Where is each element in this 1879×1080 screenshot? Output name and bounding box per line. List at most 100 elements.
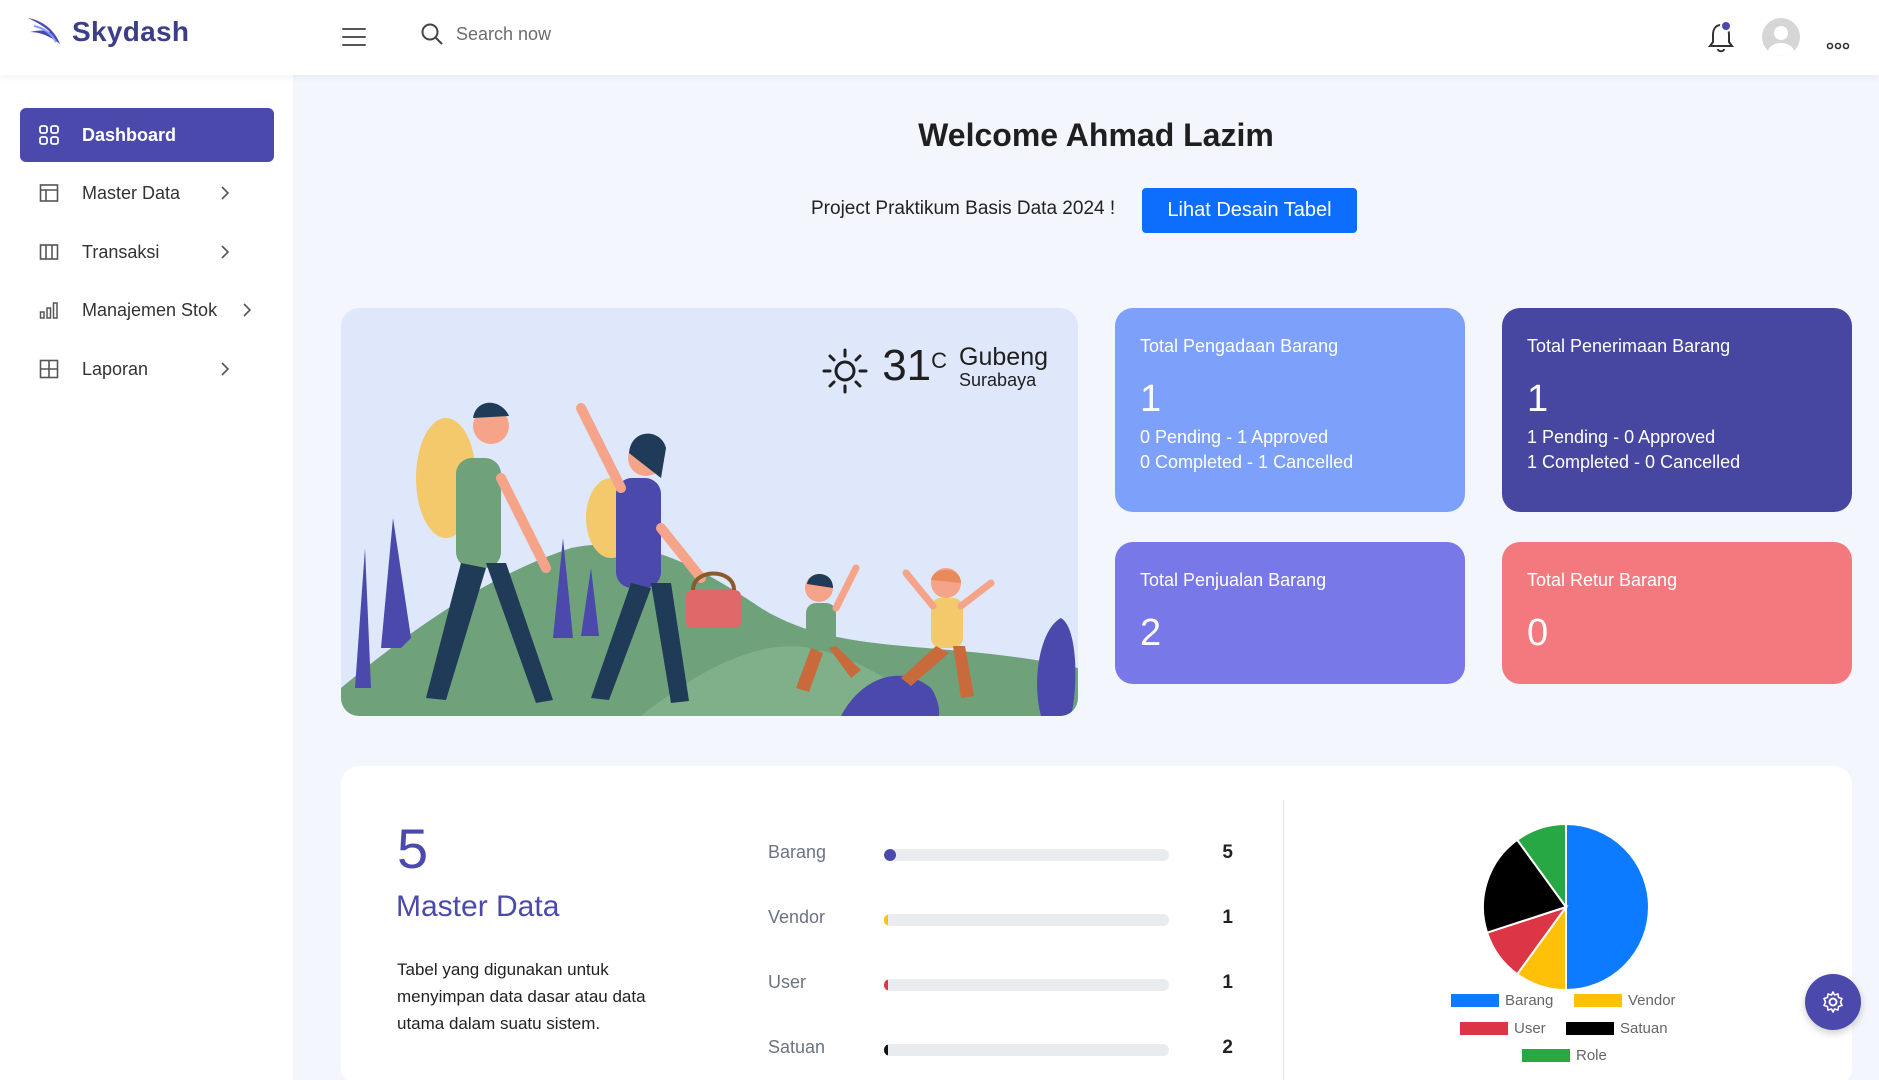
- sidebar-item-transaksi[interactable]: Transaksi: [20, 225, 274, 279]
- search-input[interactable]: [456, 23, 756, 45]
- sidebar-item-label: Master Data: [82, 182, 181, 203]
- progress-value: 2: [1222, 1037, 1233, 1058]
- sidebar-item-dashboard[interactable]: Dashboard: [20, 108, 274, 162]
- legend-item-role: Role: [1522, 1047, 1607, 1064]
- progress-track: [884, 1044, 1169, 1056]
- columns-icon: [38, 241, 60, 263]
- progress-value: 5: [1222, 842, 1233, 863]
- master-data-title: Master Data: [396, 890, 560, 923]
- progress-fill: [884, 914, 889, 926]
- legend-item-barang: Barang: [1451, 992, 1553, 1009]
- progress-fill: [884, 1044, 889, 1056]
- legend-label: Role: [1576, 1047, 1607, 1064]
- sidebar-item-label: Transaksi: [82, 241, 160, 262]
- weather-hero-card: 31 C Gubeng Surabaya: [341, 308, 1078, 716]
- stat-card-penerimaan: Total Penerimaan Barang 1 1 Pending - 0 …: [1502, 308, 1852, 512]
- stat-card-detail: 0 Completed - 1 Cancelled: [1140, 451, 1354, 472]
- master-data-count: 5: [397, 817, 429, 880]
- stat-card-title: Total Penjualan Barang: [1140, 570, 1327, 590]
- sidebar-item-label: Dashboard: [82, 124, 177, 145]
- progress-label: Satuan: [768, 1037, 826, 1057]
- chevron-right-icon: [221, 186, 230, 200]
- sun-icon: [822, 348, 868, 394]
- stat-card-detail: 1 Completed - 0 Cancelled: [1527, 451, 1741, 472]
- stat-card-title: Total Pengadaan Barang: [1140, 336, 1339, 356]
- chevron-right-icon: [221, 245, 230, 259]
- gear-icon: [1823, 991, 1843, 1013]
- search-icon: [421, 23, 443, 45]
- master-data-description: Tabel yang digunakan untuk menyimpan dat…: [397, 960, 646, 1033]
- temperature-value: 31: [882, 341, 932, 390]
- menu-toggle-button[interactable]: [342, 28, 366, 50]
- master-data-panel: 5 Master Data Tabel yang digunakan untuk…: [341, 766, 1852, 1080]
- stat-card-detail: 0 Pending - 1 Approved: [1140, 426, 1329, 447]
- layout-icon: [38, 182, 60, 204]
- brand-name: Skydash: [72, 16, 190, 47]
- legend-item-user: User: [1460, 1020, 1546, 1037]
- progress-value: 1: [1222, 972, 1233, 993]
- progress-row-barang: Barang 5: [768, 838, 1268, 868]
- panel-divider: [1283, 800, 1284, 1080]
- progress-track: [884, 979, 1169, 991]
- table-grid-icon: [38, 358, 60, 380]
- progress-fill: [884, 849, 896, 861]
- progress-row-user: User 1: [768, 968, 1268, 998]
- chevron-right-icon: [243, 303, 252, 317]
- legend-label: Vendor: [1628, 992, 1676, 1009]
- legend-swatch: [1574, 994, 1622, 1007]
- user-avatar[interactable]: [1762, 18, 1800, 56]
- progress-label: Barang: [768, 842, 827, 862]
- legend-label: Barang: [1505, 992, 1554, 1009]
- sidebar-item-label: Laporan: [82, 358, 149, 379]
- project-subtitle: Project Praktikum Basis Data 2024 !: [811, 198, 1116, 219]
- weather-widget: 31 C Gubeng Surabaya: [822, 344, 1048, 394]
- progress-track: [884, 914, 1169, 926]
- skydash-logo-icon: [28, 18, 60, 44]
- sidebar: Dashboard Master Data Transaksi Manajeme…: [0, 75, 293, 1080]
- stat-card-value: 1: [1527, 378, 1549, 420]
- stat-card-title: Total Penerimaan Barang: [1527, 336, 1731, 356]
- more-options-icon[interactable]: [1826, 30, 1850, 56]
- bar-chart-icon: [38, 299, 60, 321]
- stat-card-value: 2: [1140, 612, 1162, 654]
- search-bar: [420, 22, 756, 46]
- stat-card-title: Total Retur Barang: [1527, 570, 1678, 590]
- brand-logo[interactable]: Skydash: [26, 14, 189, 50]
- progress-track: [884, 849, 1169, 861]
- chevron-right-icon: [221, 362, 230, 376]
- legend-item-satuan: Satuan: [1566, 1020, 1668, 1037]
- page-title: Welcome Ahmad Lazim: [918, 117, 1274, 153]
- sidebar-item-master-data[interactable]: Master Data: [20, 166, 274, 220]
- progress-row-vendor: Vendor 1: [768, 903, 1268, 933]
- legend-label: Satuan: [1620, 1020, 1668, 1037]
- weather-location: Gubeng Surabaya: [959, 344, 1048, 391]
- progress-value: 1: [1222, 907, 1233, 928]
- sidebar-item-label: Manajemen Stok: [82, 299, 218, 320]
- legend-swatch: [1451, 994, 1499, 1007]
- top-navbar: Skydash: [0, 0, 1879, 75]
- progress-row-satuan: Satuan 2: [768, 1033, 1268, 1063]
- temperature-unit: C: [931, 348, 948, 373]
- stat-card-retur: Total Retur Barang 0: [1502, 542, 1852, 684]
- legend-swatch: [1566, 1022, 1614, 1035]
- view-table-design-button[interactable]: Lihat Desain Tabel: [1142, 188, 1357, 233]
- sidebar-item-laporan[interactable]: Laporan: [20, 342, 274, 396]
- location-region: Surabaya: [959, 370, 1037, 391]
- stat-card-penjualan: Total Penjualan Barang 2: [1115, 542, 1465, 684]
- progress-fill: [884, 979, 889, 991]
- legend-item-vendor: Vendor: [1574, 992, 1676, 1009]
- master-data-pie-chart: [1481, 822, 1651, 997]
- progress-label: User: [768, 972, 807, 992]
- stat-card-value: 0: [1527, 612, 1549, 654]
- stat-card-detail: 1 Pending - 0 Approved: [1527, 426, 1716, 447]
- stat-card-pengadaan: Total Pengadaan Barang 1 0 Pending - 1 A…: [1115, 308, 1465, 512]
- sidebar-item-manajemen-stok[interactable]: Manajemen Stok: [20, 283, 274, 337]
- settings-button[interactable]: [1805, 974, 1861, 1030]
- user-avatar-icon: [1768, 26, 1794, 56]
- legend-swatch: [1522, 1049, 1570, 1062]
- grid-icon: [38, 124, 60, 146]
- stat-card-value: 1: [1140, 378, 1162, 420]
- legend-label: User: [1514, 1020, 1546, 1037]
- location-city: Gubeng: [959, 343, 1048, 371]
- progress-label: Vendor: [768, 907, 826, 927]
